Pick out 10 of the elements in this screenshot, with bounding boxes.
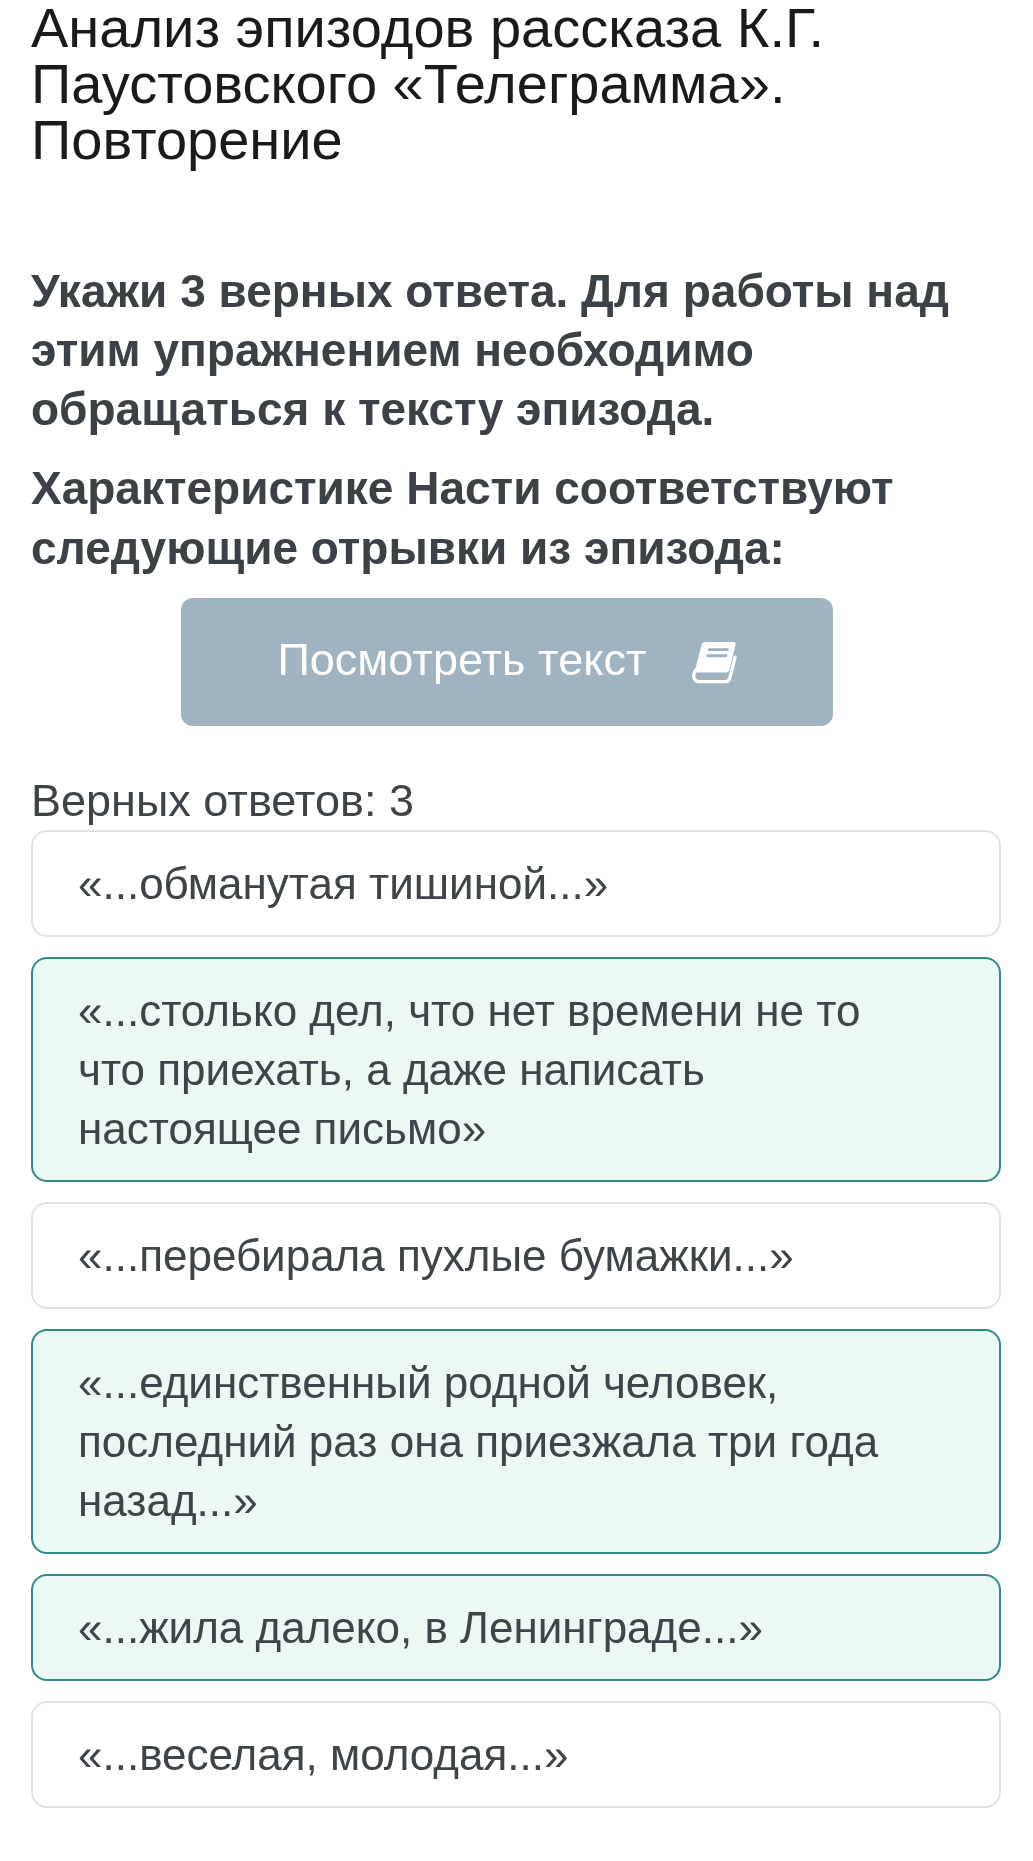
task-instruction: Укажи 3 верных ответа. Для работы над этим упражнением необходимо обращаться к тексту эпизода. xyxy=(31,264,950,437)
answer-option[interactable]: «...веселая, молодая...» xyxy=(31,1701,1001,1808)
correct-answers-count: Верных ответов: 3 xyxy=(31,776,415,826)
answer-option[interactable]: «...перебирала пухлые бумажки...» xyxy=(31,1202,1001,1309)
answer-option[interactable]: «...жила далеко, в Ленинграде...» xyxy=(31,1574,1001,1681)
question-text: Характеристике Насти соответствуют следующие отрывки из эпизода: xyxy=(31,461,895,576)
book-icon xyxy=(690,640,737,684)
answer-option[interactable]: «...столько дел, что нет времени не то что приехать, а даже написать настоящее письмо» xyxy=(31,957,1001,1182)
answer-option[interactable]: «...единственный родной человек, последний раз она приезжала три года назад...» xyxy=(31,1329,1001,1554)
answer-option[interactable]: «...обманутая тишиной...» xyxy=(31,830,1001,937)
